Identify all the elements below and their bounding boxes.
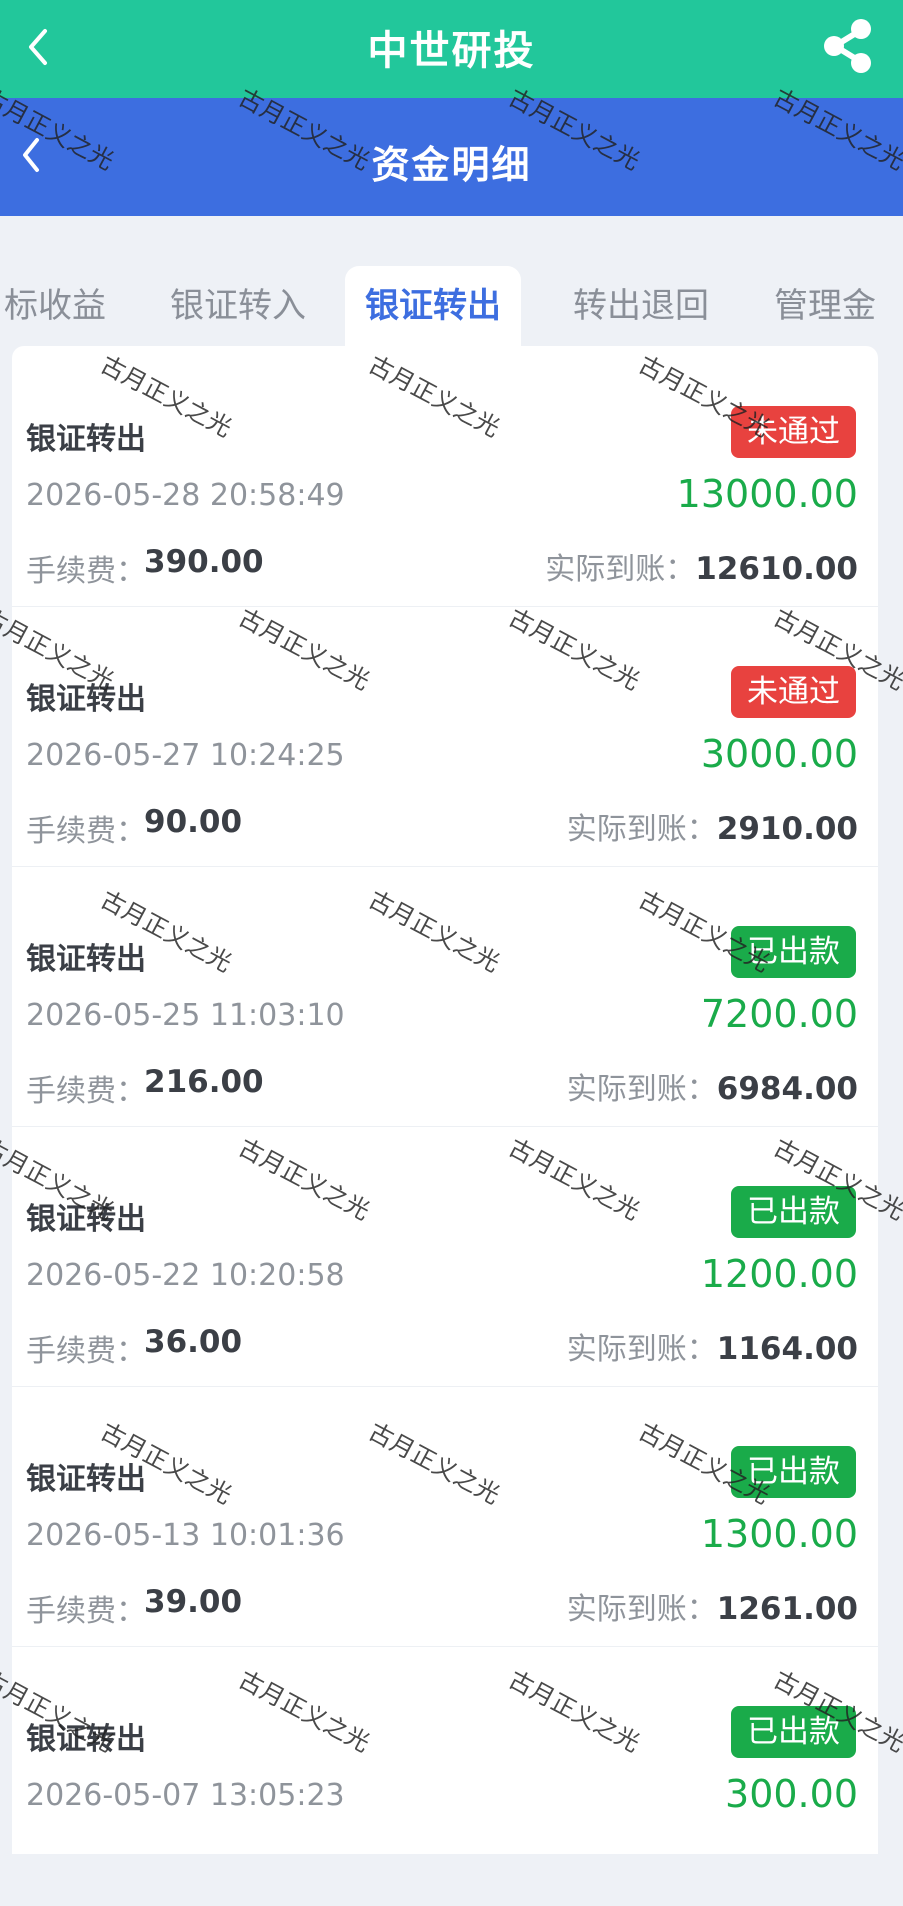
- watermark-text: 古月正义之光: [769, 1133, 903, 1226]
- watermark-text: 古月正义之光: [769, 1665, 903, 1758]
- watermark-text: 古月正义之光: [0, 603, 119, 696]
- watermark-text: 古月正义之光: [504, 1665, 645, 1758]
- watermark-text: 古月正义之光: [634, 885, 775, 978]
- watermark-text: 古月正义之光: [234, 1665, 375, 1758]
- watermark-text: 古月正义之光: [769, 603, 903, 696]
- watermark-text: 古月正义之光: [504, 603, 645, 696]
- watermark-text: 古月正义之光: [364, 350, 505, 443]
- watermark-text: 古月正义之光: [364, 1417, 505, 1510]
- watermark-text: 古月正义之光: [364, 885, 505, 978]
- watermark-text: 古月正义之光: [634, 1417, 775, 1510]
- watermark-text: 古月正义之光: [96, 350, 237, 443]
- watermark-text: 古月正义之光: [0, 1133, 119, 1226]
- watermark-text: 古月正义之光: [504, 1133, 645, 1226]
- watermark-text: 古月正义之光: [0, 1665, 119, 1758]
- watermark-layer: 古月正义之光 古月正义之光 古月正义之光 古月正义之光 古月正义之光 古月正义之光 古月正义…: [0, 0, 903, 1854]
- watermark-text: 古月正义之光: [234, 603, 375, 696]
- watermark-text: 古月正义之光: [634, 350, 775, 443]
- watermark-text: 古月正义之光: [769, 83, 903, 176]
- watermark-text: 古月正义之光: [96, 1417, 237, 1510]
- watermark-text: 古月正义之光: [96, 885, 237, 978]
- watermark-text: 古月正义之光: [504, 83, 645, 176]
- watermark-text: 古月正义之光: [234, 1133, 375, 1226]
- watermark-text: 古月正义之光: [234, 83, 375, 176]
- watermark-text: 古月正义之光: [0, 83, 119, 176]
